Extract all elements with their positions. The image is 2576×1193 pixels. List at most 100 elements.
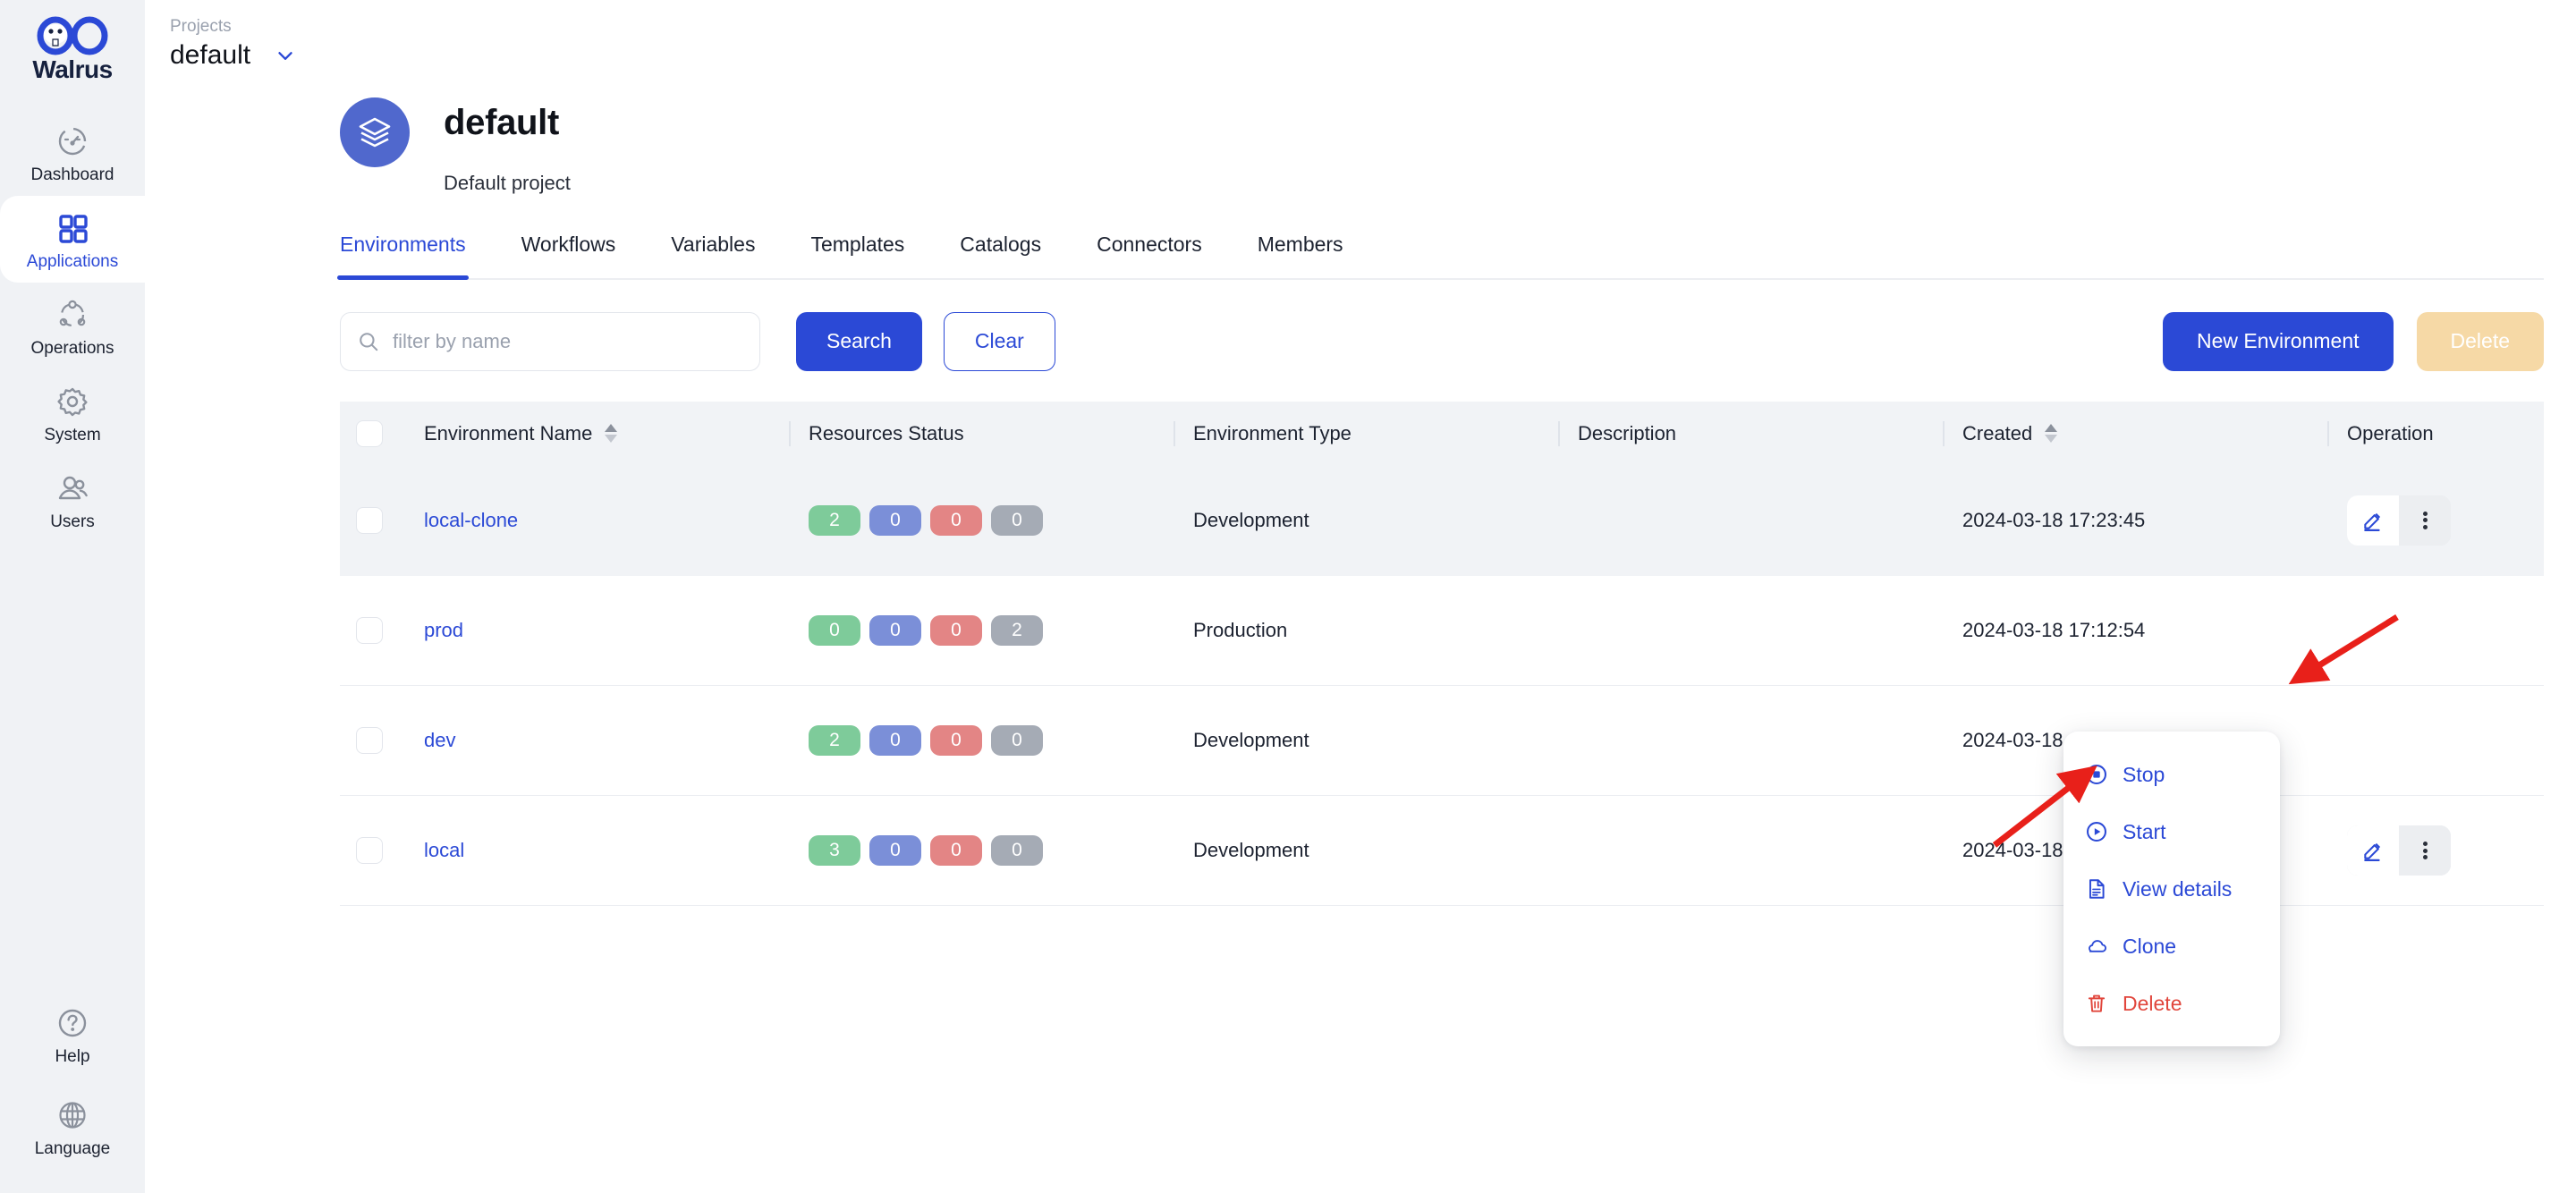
tab-label: Variables: [671, 232, 756, 256]
environment-link[interactable]: dev: [424, 729, 455, 751]
column-header-description: Description: [1558, 401, 1943, 466]
cell-type: Production: [1174, 575, 1558, 687]
tab-label: Workflows: [521, 232, 616, 256]
cell-resources: 2 0 0 0: [789, 685, 1174, 797]
environment-link[interactable]: local-clone: [424, 509, 518, 531]
applications-icon: [59, 215, 88, 243]
tab-label: Members: [1257, 232, 1343, 256]
status-badge: 0: [930, 504, 982, 536]
cell-type: Development: [1174, 795, 1558, 907]
tab-variables[interactable]: Variables: [671, 233, 755, 278]
sidebar-item-system[interactable]: System: [0, 369, 145, 456]
context-menu-item-label: View details: [2123, 876, 2233, 901]
cell-operation: [2327, 685, 2544, 797]
tab-workflows[interactable]: Workflows: [521, 233, 616, 278]
delete-button[interactable]: Delete: [2416, 311, 2544, 371]
status-badge: 0: [869, 504, 921, 536]
column-header-name[interactable]: Environment Name: [404, 401, 789, 466]
more-dots: [2422, 840, 2428, 862]
environment-link[interactable]: prod: [424, 619, 463, 641]
resource-status-badges: 2 0 0 0: [789, 504, 1174, 536]
search-box[interactable]: [340, 311, 760, 371]
app-root: Walrus Dashboard Applications Operations…: [0, 0, 2576, 1193]
context-menu-item-clone[interactable]: Clone: [2063, 918, 2280, 975]
tab-label: Catalogs: [960, 232, 1042, 256]
table-row[interactable]: prod 0 0 0 2 Production 2024-03-18 17:12…: [340, 575, 2544, 687]
users-icon: [58, 476, 88, 500]
table-row[interactable]: local-clone 2 0 0 0 Development 2024-03-…: [340, 465, 2544, 576]
clear-button[interactable]: Clear: [943, 311, 1055, 371]
column-label: Created: [1962, 421, 2033, 444]
play-circle-icon: [2087, 822, 2106, 842]
sidebar-item-help[interactable]: Help: [0, 989, 145, 1081]
status-badge: 0: [869, 615, 921, 647]
context-menu-item-stop[interactable]: Stop: [2063, 746, 2280, 803]
sidebar-nav: Dashboard Applications Operations System…: [0, 109, 145, 543]
status-badge: 0: [809, 615, 860, 647]
gear-icon: [57, 387, 88, 417]
context-menu-item-start[interactable]: Start: [2063, 803, 2280, 860]
cell-resources: 3 0 0 0: [789, 795, 1174, 907]
tab-label: Connectors: [1097, 232, 1202, 256]
context-menu-item-label: Clone: [2123, 934, 2177, 958]
sidebar-item-label: Language: [34, 1139, 111, 1158]
dashboard-icon: [58, 127, 87, 156]
row-checkbox[interactable]: [356, 617, 383, 645]
sidebar-bottom-nav: Help Language: [0, 989, 145, 1193]
edit-button[interactable]: [2347, 825, 2399, 876]
project-description: Default project: [444, 171, 571, 194]
cell-description: [1558, 795, 1943, 907]
tab-connectors[interactable]: Connectors: [1097, 233, 1202, 278]
sidebar-item-dashboard[interactable]: Dashboard: [0, 109, 145, 196]
tab-members[interactable]: Members: [1258, 233, 1343, 278]
tab-environments[interactable]: Environments: [337, 233, 469, 280]
sidebar: Walrus Dashboard Applications Operations…: [0, 0, 145, 1193]
more-actions-button[interactable]: [2399, 495, 2451, 546]
column-label: Environment Name: [424, 421, 593, 444]
brand-name: Walrus: [32, 55, 113, 83]
more-actions-button[interactable]: [2399, 825, 2451, 876]
row-select-cell: [340, 465, 404, 576]
edit-button[interactable]: [2347, 495, 2399, 546]
cloud-icon: [2089, 940, 2106, 952]
select-all-checkbox[interactable]: [356, 419, 383, 447]
sort-toggle-icon[interactable]: [2045, 424, 2058, 444]
column-header-operation: Operation: [2327, 401, 2544, 466]
tab-catalogs[interactable]: Catalogs: [960, 233, 1041, 278]
cell-name: dev: [404, 685, 789, 797]
sidebar-item-operations[interactable]: Operations: [0, 283, 145, 369]
context-menu-item-label: Delete: [2123, 991, 2182, 1015]
search-icon: [360, 332, 378, 351]
column-header-type: Environment Type: [1174, 401, 1558, 466]
cell-description: [1558, 685, 1943, 797]
trash-icon: [2088, 994, 2106, 1012]
column-header-created[interactable]: Created: [1943, 401, 2327, 466]
sidebar-item-label: System: [44, 426, 101, 444]
toolbar: Search Clear New Environment Delete: [145, 280, 2576, 371]
layers-icon: [359, 117, 391, 147]
sidebar-item-label: Dashboard: [30, 165, 114, 184]
sidebar-item-users[interactable]: Users: [0, 456, 145, 543]
search-button[interactable]: Search: [796, 311, 922, 371]
column-label: Operation: [2347, 421, 2434, 444]
tab-label: Templates: [810, 232, 905, 256]
search-input[interactable]: [393, 329, 743, 353]
sidebar-item-language[interactable]: Language: [0, 1081, 145, 1173]
environment-link[interactable]: local: [424, 839, 464, 861]
sort-toggle-icon[interactable]: [605, 424, 618, 444]
row-checkbox[interactable]: [356, 506, 383, 534]
context-menu-item-view-details[interactable]: View details: [2063, 860, 2280, 918]
new-environment-button[interactable]: New Environment: [2162, 311, 2394, 371]
row-checkbox[interactable]: [356, 727, 383, 755]
stop-circle-icon: [2087, 765, 2106, 784]
status-badge: 0: [869, 835, 921, 867]
project-selector[interactable]: default: [170, 40, 2576, 71]
sidebar-item-applications[interactable]: Applications: [0, 196, 145, 283]
chevron-down-icon: [278, 51, 292, 60]
tab-templates[interactable]: Templates: [810, 233, 904, 278]
breadcrumb: Projects default: [145, 0, 2576, 71]
row-action-group: [2347, 825, 2451, 876]
row-checkbox[interactable]: [356, 837, 383, 865]
cell-description: [1558, 575, 1943, 687]
context-menu-item-delete[interactable]: Delete: [2063, 975, 2280, 1032]
